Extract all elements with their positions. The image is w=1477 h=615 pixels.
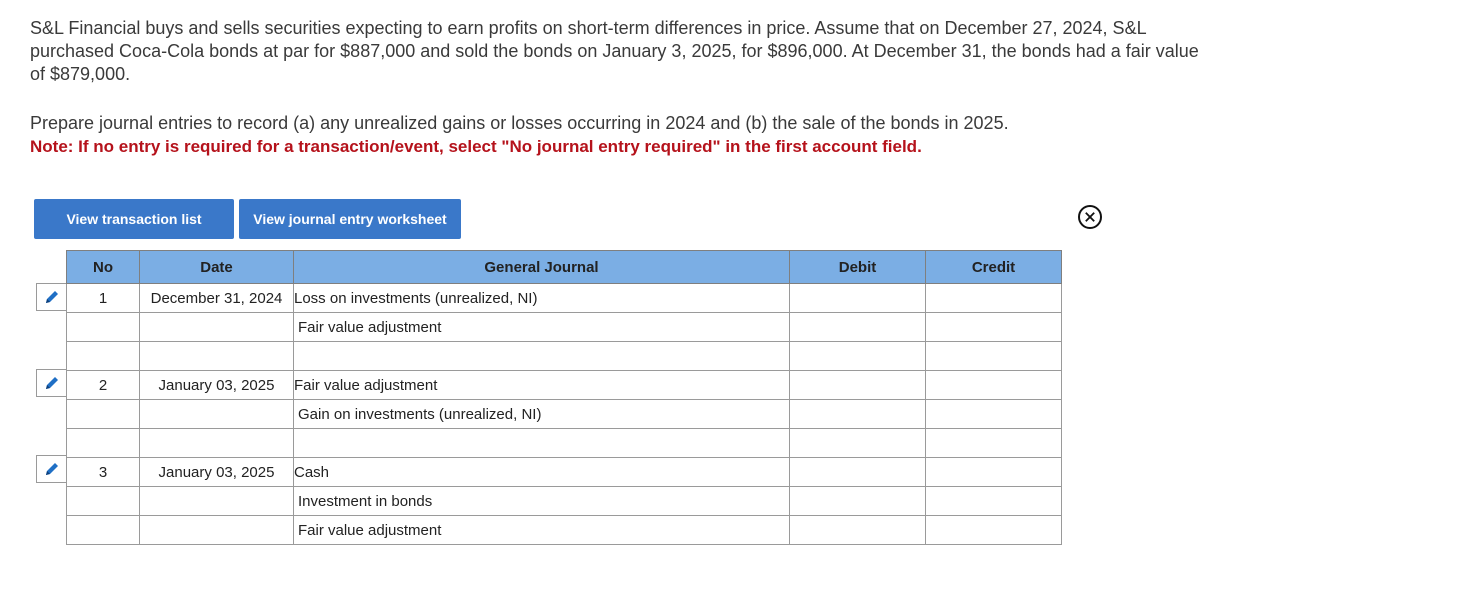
credit-cell [925, 457, 1062, 487]
entry-no: 1 [66, 283, 140, 313]
credit-cell [925, 283, 1062, 313]
debit-cell [789, 399, 926, 429]
header-no: No [66, 250, 140, 284]
entry-no [66, 428, 140, 458]
entry-date [139, 399, 294, 429]
problem-text: S&L Financial buys and sells securities … [30, 18, 1199, 84]
debit-cell [789, 341, 926, 371]
entry-date [139, 515, 294, 545]
entry-no: 2 [66, 370, 140, 400]
view-journal-entry-worksheet-button[interactable]: View journal entry worksheet [239, 199, 461, 239]
credit-cell [925, 486, 1062, 516]
entry-no [66, 486, 140, 516]
edit-entry-3-button[interactable] [36, 455, 66, 483]
credit-cell [925, 515, 1062, 545]
instructions-note: Note: If no entry is required for a tran… [30, 137, 922, 156]
header-credit: Credit [925, 250, 1062, 284]
close-circle-icon[interactable] [1077, 204, 1103, 230]
entry-date [139, 486, 294, 516]
table-row: 3 January 03, 2025 Cash [66, 457, 1062, 487]
credit-cell [925, 428, 1062, 458]
edit-entry-1-button[interactable] [36, 283, 66, 311]
table-row: Fair value adjustment [66, 312, 1062, 342]
debit-cell [789, 515, 926, 545]
credit-cell [925, 370, 1062, 400]
table-row [66, 341, 1062, 371]
entry-date [139, 341, 294, 371]
entry-no [66, 515, 140, 545]
debit-cell [789, 486, 926, 516]
account-cell [293, 341, 790, 371]
header-general-journal: General Journal [293, 250, 790, 284]
account-cell: Fair value adjustment [293, 370, 790, 400]
entry-no [66, 341, 140, 371]
entry-no: 3 [66, 457, 140, 487]
entry-date: December 31, 2024 [139, 283, 294, 313]
pencil-icon [45, 291, 58, 303]
account-cell: Loss on investments (unrealized, NI) [293, 283, 790, 313]
entry-no [66, 312, 140, 342]
pencil-icon [45, 463, 58, 475]
table-row: 1 December 31, 2024 Loss on investments … [66, 283, 1062, 313]
account-cell [293, 428, 790, 458]
view-transaction-list-button[interactable]: View transaction list [34, 199, 234, 239]
entry-date [139, 312, 294, 342]
debit-cell [789, 428, 926, 458]
table-row: Investment in bonds [66, 486, 1062, 516]
table-row: Gain on investments (unrealized, NI) [66, 399, 1062, 429]
debit-cell [789, 457, 926, 487]
entry-date: January 03, 2025 [139, 457, 294, 487]
edit-entry-2-button[interactable] [36, 369, 66, 397]
instructions-text: Prepare journal entries to record (a) an… [30, 113, 1009, 133]
credit-cell [925, 312, 1062, 342]
account-cell: Investment in bonds [293, 486, 790, 516]
credit-cell [925, 341, 1062, 371]
table-row: 2 January 03, 2025 Fair value adjustment [66, 370, 1062, 400]
account-cell: Gain on investments (unrealized, NI) [293, 399, 790, 429]
debit-cell [789, 283, 926, 313]
header-debit: Debit [789, 250, 926, 284]
entry-date [139, 428, 294, 458]
journal-table: No Date General Journal Debit Credit 1 D… [66, 250, 1062, 545]
debit-cell [789, 370, 926, 400]
account-cell: Fair value adjustment [293, 312, 790, 342]
problem-statement: S&L Financial buys and sells securities … [30, 17, 1210, 86]
debit-cell [789, 312, 926, 342]
entry-date: January 03, 2025 [139, 370, 294, 400]
header-date: Date [139, 250, 294, 284]
entry-no [66, 399, 140, 429]
journal-header-row: No Date General Journal Debit Credit [66, 250, 1062, 284]
credit-cell [925, 399, 1062, 429]
account-cell: Fair value adjustment [293, 515, 790, 545]
table-row: Fair value adjustment [66, 515, 1062, 545]
instructions-block: Prepare journal entries to record (a) an… [30, 112, 1230, 158]
table-row [66, 428, 1062, 458]
pencil-icon [45, 377, 58, 389]
account-cell: Cash [293, 457, 790, 487]
